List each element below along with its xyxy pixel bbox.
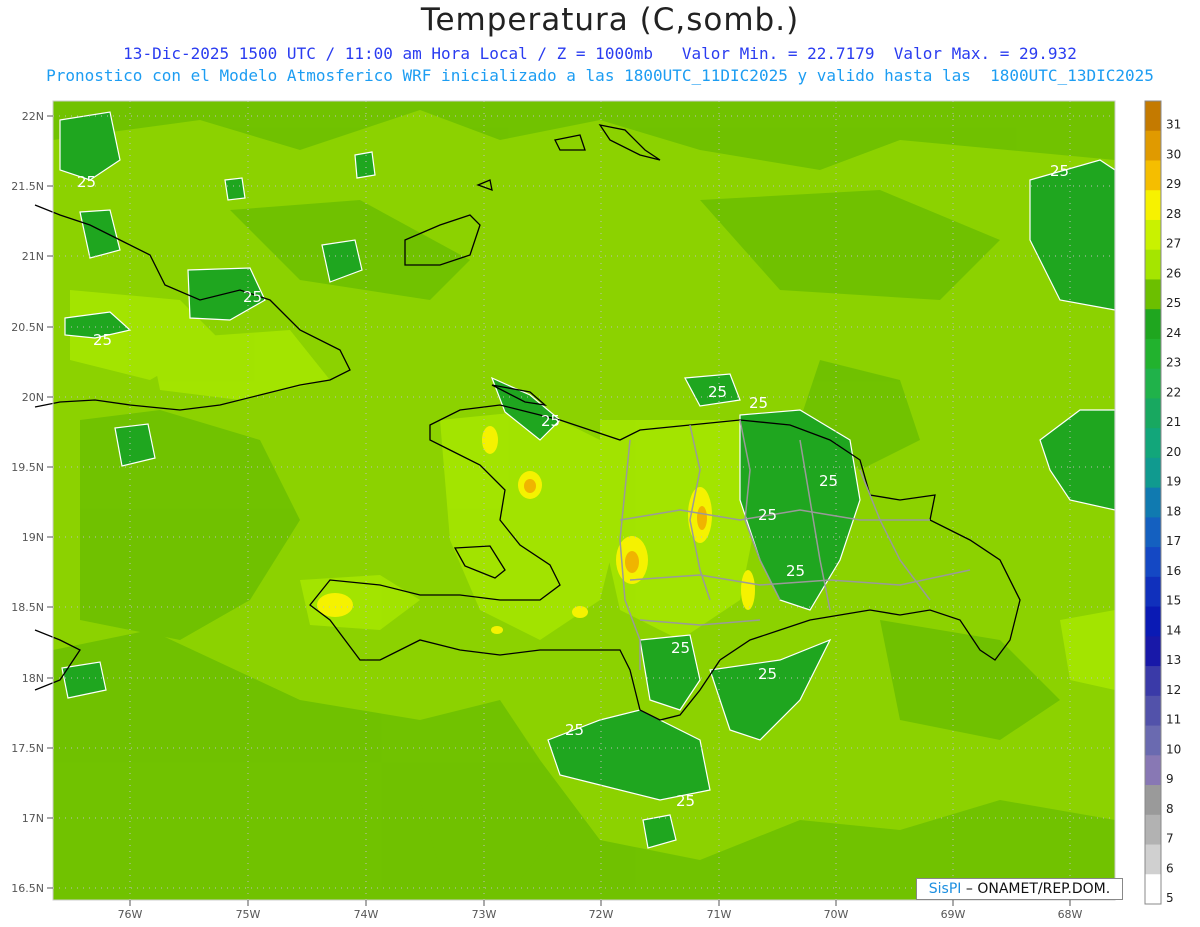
colorbar-level-label: 8 (1166, 802, 1174, 816)
colorbar-swatch (1145, 309, 1161, 340)
lat-tick-label: 16.5N (11, 882, 44, 895)
colorbar-level-label: 20 (1166, 445, 1181, 459)
colorbar-level-label: 31 (1166, 118, 1181, 132)
credit-box: SisPI – ONAMET/REP.DOM. (916, 878, 1123, 900)
lat-tick-label: 21.5N (11, 180, 44, 193)
colorbar-swatch (1145, 457, 1161, 489)
lon-tick-label: 75W (236, 908, 261, 921)
lon-tick-label: 74W (354, 908, 379, 921)
colorbar-level-label: 19 (1166, 475, 1181, 489)
lat-tick-label: 17N (22, 812, 44, 825)
lat-tick-label: 21N (22, 250, 44, 263)
colorbar-level-label: 23 (1166, 356, 1181, 370)
contour-label: 25 (749, 394, 768, 412)
colorbar-level-label: 27 (1166, 237, 1181, 251)
colorbar-swatch (1145, 398, 1161, 429)
colorbar-swatch (1145, 338, 1161, 370)
colorbar-level-label: 30 (1166, 147, 1181, 161)
colorbar-swatch (1145, 279, 1161, 310)
colorbar-level-label: 24 (1166, 326, 1181, 340)
colorbar-level-label: 26 (1166, 266, 1181, 280)
colorbar-swatch (1145, 249, 1161, 280)
lon-tick-label: 70W (824, 908, 849, 921)
colorbar-level-label: 10 (1166, 742, 1181, 756)
colorbar-level-label: 16 (1166, 564, 1181, 578)
colorbar-swatch (1145, 636, 1161, 667)
contour-label: 25 (819, 472, 838, 490)
map-plot-area (34, 101, 1116, 900)
contour-label: 25 (758, 506, 777, 524)
colorbar-swatch (1145, 368, 1161, 399)
colorbar-swatch (1145, 190, 1161, 221)
contour-label: 25 (1050, 162, 1069, 180)
colorbar-level-label: 5 (1166, 891, 1174, 905)
colorbar-level-label: 7 (1166, 832, 1174, 846)
credit-text: – ONAMET/REP.DOM. (961, 881, 1111, 897)
lat-tick-label: 17.5N (11, 742, 44, 755)
colorbar-swatch (1145, 725, 1161, 756)
colorbar-level-label: 9 (1166, 772, 1174, 786)
colorbar-level-label: 6 (1166, 861, 1174, 875)
lat-tick-label: 20.5N (11, 321, 44, 334)
colorbar-swatch (1145, 874, 1161, 905)
colorbar-level-label: 29 (1166, 177, 1181, 191)
latitude-axis: 22N 21.5N 21N 20.5N 20N 19.5N 19N 18.5N … (11, 110, 53, 895)
colorbar-swatch (1145, 428, 1161, 459)
colorbar-swatch (1145, 547, 1161, 578)
colorbar: 31 30 29 28 27 26 25 24 23 22 21 20 19 18 17 16 15 14 13 12… (1144, 100, 1181, 905)
colorbar-level-label: 25 (1166, 296, 1181, 310)
lat-tick-label: 22N (22, 110, 44, 123)
lon-tick-label: 68W (1058, 908, 1083, 921)
contour-label: 25 (708, 383, 727, 401)
colorbar-swatch (1145, 101, 1161, 132)
colorbar-swatch (1145, 666, 1161, 697)
lat-tick-label: 19N (22, 531, 44, 544)
colorbar-swatch (1145, 576, 1161, 608)
colorbar-swatch (1145, 130, 1161, 161)
colorbar-level-label: 22 (1166, 385, 1181, 399)
longitude-axis: 76W 75W 74W 73W 72W 71W 70W 69W 68W (118, 900, 1083, 921)
lon-tick-label: 76W (118, 908, 143, 921)
colorbar-swatch (1145, 814, 1161, 846)
lon-tick-label: 72W (589, 908, 614, 921)
colorbar-swatch (1145, 785, 1161, 816)
colorbar-level-label: 12 (1166, 683, 1181, 697)
temperature-map: 25 25 25 25 25 25 25 25 25 25 25 25 25 2… (11, 100, 1181, 921)
colorbar-swatch (1145, 755, 1161, 786)
colorbar-level-label: 14 (1166, 623, 1181, 637)
colorbar-swatch (1145, 517, 1161, 548)
contour-label: 25 (671, 639, 690, 657)
contour-label: 25 (77, 173, 96, 191)
colorbar-swatch (1145, 160, 1161, 191)
contour-label: 25 (676, 792, 695, 810)
colorbar-swatch (1145, 219, 1161, 251)
contour-label: 25 (758, 665, 777, 683)
colorbar-level-label: 21 (1166, 415, 1181, 429)
colorbar-swatch (1145, 606, 1161, 637)
colorbar-swatch (1145, 487, 1161, 518)
lon-tick-label: 69W (941, 908, 966, 921)
colorbar-level-label: 18 (1166, 504, 1181, 518)
lat-tick-label: 18.5N (11, 601, 44, 614)
colorbar-level-label: 15 (1166, 594, 1181, 608)
contour-label: 25 (786, 562, 805, 580)
lon-tick-label: 73W (472, 908, 497, 921)
contour-label: 25 (565, 721, 584, 739)
lat-tick-label: 20N (22, 391, 44, 404)
credit-brand: SisPI (928, 881, 962, 897)
colorbar-level-label: 17 (1166, 534, 1181, 548)
colorbar-level-label: 11 (1166, 713, 1181, 727)
colorbar-swatch (1145, 695, 1161, 727)
contour-label: 25 (541, 412, 560, 430)
colorbar-level-label: 13 (1166, 653, 1181, 667)
lat-tick-label: 18N (22, 672, 44, 685)
lat-tick-label: 19.5N (11, 461, 44, 474)
colorbar-swatch (1145, 844, 1161, 875)
lon-tick-label: 71W (707, 908, 732, 921)
colorbar-level-label: 28 (1166, 207, 1181, 221)
